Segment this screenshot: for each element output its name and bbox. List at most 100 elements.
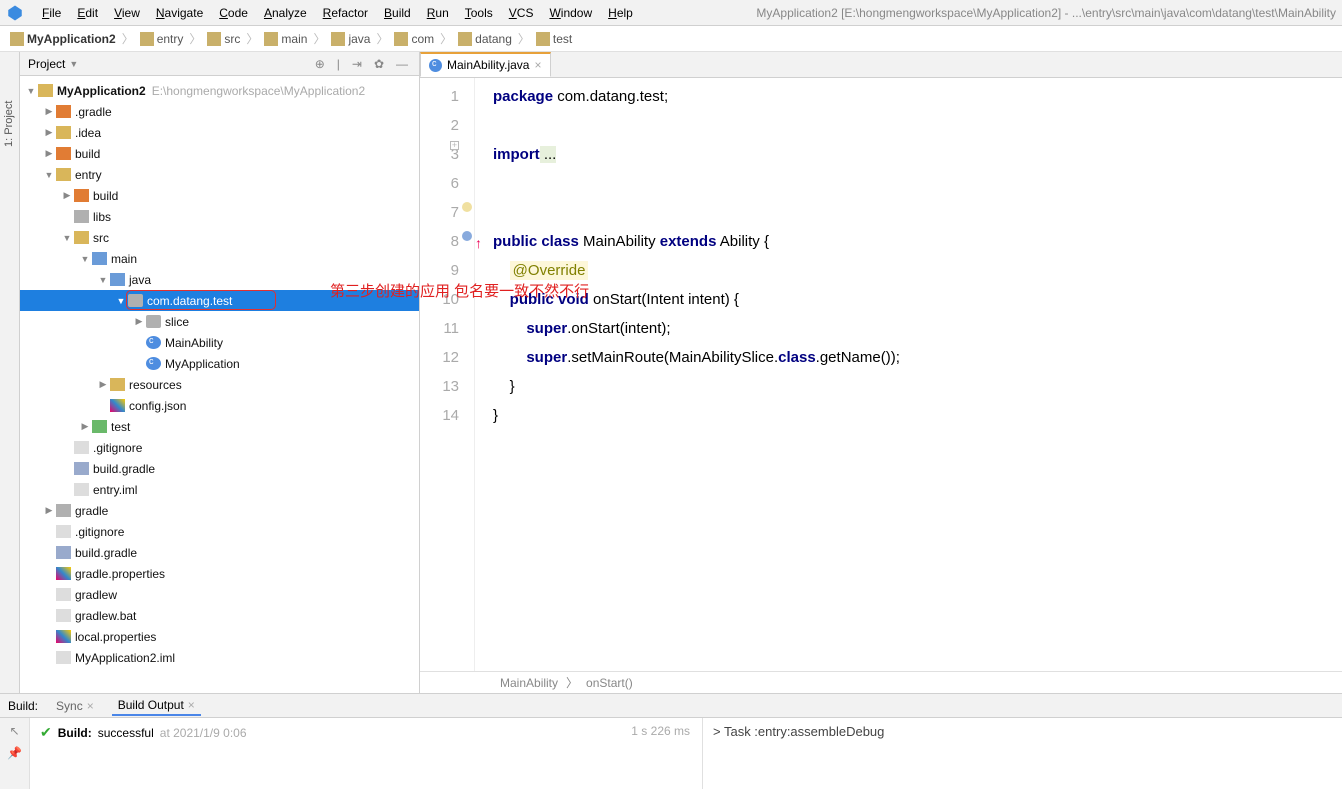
project-tree[interactable]: ▼MyApplication2E:\hongmengworkspace\MyAp…	[20, 76, 419, 693]
editor-tab[interactable]: MainAbility.java ×	[420, 52, 551, 77]
line-number[interactable]: 13	[420, 372, 459, 401]
collapse-icon[interactable]: ⇥	[349, 57, 365, 71]
project-tool-tab[interactable]: 1: Project	[3, 101, 15, 147]
project-panel: Project ▼ ⊕ | ⇥ ✿ — ▼MyApplication2E:\ho…	[20, 52, 420, 693]
gutter-marker-icon[interactable]	[462, 202, 472, 212]
tree-root[interactable]: ▼MyApplication2E:\hongmengworkspace\MyAp…	[20, 80, 419, 101]
breadcrumb-item[interactable]: com	[390, 31, 438, 47]
breadcrumb-item[interactable]: MyApplication2	[6, 31, 120, 47]
line-number[interactable]: 1	[420, 82, 459, 111]
menu-navigate[interactable]: Navigate	[148, 4, 211, 22]
chevron-right-icon: 〉	[122, 30, 134, 47]
build-elapsed: 1 s 226 ms	[631, 724, 690, 738]
chevron-right-icon: 〉	[518, 30, 530, 47]
line-number[interactable]: 12	[420, 343, 459, 372]
line-number[interactable]: 14	[420, 401, 459, 430]
hide-icon[interactable]: —	[393, 57, 411, 71]
line-number[interactable]: 10	[420, 285, 459, 314]
menu-view[interactable]: View	[106, 4, 148, 22]
tree-node[interactable]: ▼entry	[20, 164, 419, 185]
override-marker-icon[interactable]	[462, 231, 472, 241]
line-number[interactable]: 6	[420, 169, 459, 198]
menu-run[interactable]: Run	[419, 4, 457, 22]
locate-icon[interactable]: ⊕	[312, 57, 328, 71]
tool-window-stripe[interactable]: 1: Project	[0, 52, 20, 693]
wrench-icon[interactable]: ↖	[9, 724, 19, 738]
fold-toggle-icon[interactable]: +	[450, 141, 459, 150]
tree-node[interactable]: local.properties	[20, 626, 419, 647]
menu-code[interactable]: Code	[211, 4, 256, 22]
settings-icon[interactable]: ✿	[371, 57, 387, 71]
close-tab-icon[interactable]: ×	[534, 58, 541, 72]
chevron-right-icon: 〉	[566, 674, 578, 691]
crumb-class[interactable]: MainAbility	[500, 676, 558, 690]
tree-node[interactable]: MyApplication	[20, 353, 419, 374]
tree-node[interactable]: .gitignore	[20, 437, 419, 458]
tree-node[interactable]: ▶slice	[20, 311, 419, 332]
line-number[interactable]: 9	[420, 256, 459, 285]
tree-node[interactable]: ▶gradle	[20, 500, 419, 521]
chevron-right-icon: 〉	[189, 30, 201, 47]
gutter[interactable]: + ↑ 12367891011121314	[420, 78, 475, 671]
line-number[interactable]: 7	[420, 198, 459, 227]
tree-node[interactable]: ▼main	[20, 248, 419, 269]
tree-node[interactable]: ▼src	[20, 227, 419, 248]
menu-help[interactable]: Help	[600, 4, 641, 22]
tree-node[interactable]: gradlew	[20, 584, 419, 605]
tree-node[interactable]: MyApplication2.iml	[20, 647, 419, 668]
tree-node[interactable]: config.json	[20, 395, 419, 416]
crumb-method[interactable]: onStart()	[586, 676, 633, 690]
menu-vcs[interactable]: VCS	[501, 4, 542, 22]
line-number[interactable]: 8	[420, 227, 459, 256]
tree-node[interactable]: ▶build	[20, 185, 419, 206]
menu-file[interactable]: File	[34, 4, 69, 22]
tree-node[interactable]: ▼java	[20, 269, 419, 290]
breadcrumb-item[interactable]: main	[260, 31, 311, 47]
menu-build[interactable]: Build	[376, 4, 419, 22]
tree-node[interactable]: .gitignore	[20, 521, 419, 542]
close-icon[interactable]: ×	[87, 699, 94, 713]
build-toolbar: ↖ 📌	[0, 718, 30, 789]
tab-build-output[interactable]: Build Output×	[112, 696, 201, 716]
build-label: Build:	[8, 699, 38, 713]
tree-node[interactable]: build.gradle	[20, 542, 419, 563]
breadcrumb-item[interactable]: entry	[136, 31, 188, 47]
chevron-right-icon: 〉	[246, 30, 258, 47]
tree-node[interactable]: entry.iml	[20, 479, 419, 500]
tab-sync[interactable]: Sync×	[50, 697, 100, 715]
menu-edit[interactable]: Edit	[69, 4, 106, 22]
build-console[interactable]: > Task :entry:assembleDebug	[702, 718, 1342, 789]
breadcrumb-item[interactable]: src	[203, 31, 244, 47]
code-editor[interactable]: + ↑ 12367891011121314 package com.datang…	[420, 78, 1342, 671]
project-view-selector[interactable]: Project	[28, 57, 65, 71]
breadcrumb: MyApplication2〉entry〉src〉main〉java〉com〉d…	[0, 26, 1342, 52]
menu-refactor[interactable]: Refactor	[315, 4, 376, 22]
editor-tabbar: MainAbility.java ×	[420, 52, 1342, 78]
success-icon: ✔	[40, 724, 52, 741]
line-number[interactable]: 2	[420, 111, 459, 140]
breadcrumb-item[interactable]: datang	[454, 31, 516, 47]
tree-node[interactable]: ▶.gradle	[20, 101, 419, 122]
line-number[interactable]: 11	[420, 314, 459, 343]
tree-node[interactable]: MainAbility	[20, 332, 419, 353]
tree-node[interactable]: ▼com.datang.test	[20, 290, 419, 311]
console-line: > Task :entry:assembleDebug	[713, 724, 1332, 739]
menu-tools[interactable]: Tools	[457, 4, 501, 22]
tree-node[interactable]: ▶.idea	[20, 122, 419, 143]
gutter-arrow-icon: ↑	[475, 229, 482, 258]
app-logo-icon	[6, 4, 24, 22]
tree-node[interactable]: gradlew.bat	[20, 605, 419, 626]
tree-node[interactable]: ▶test	[20, 416, 419, 437]
tree-node[interactable]: ▶resources	[20, 374, 419, 395]
menu-analyze[interactable]: Analyze	[256, 4, 315, 22]
tree-node[interactable]: ▶build	[20, 143, 419, 164]
menu-window[interactable]: Window	[541, 4, 600, 22]
code-content[interactable]: package com.datang.test; import ... publ…	[475, 78, 1342, 671]
tree-node[interactable]: build.gradle	[20, 458, 419, 479]
tree-node[interactable]: gradle.properties	[20, 563, 419, 584]
pin-icon[interactable]: 📌	[7, 746, 22, 760]
breadcrumb-item[interactable]: test	[532, 31, 576, 47]
breadcrumb-item[interactable]: java	[327, 31, 374, 47]
close-icon[interactable]: ×	[188, 698, 195, 712]
tree-node[interactable]: libs	[20, 206, 419, 227]
